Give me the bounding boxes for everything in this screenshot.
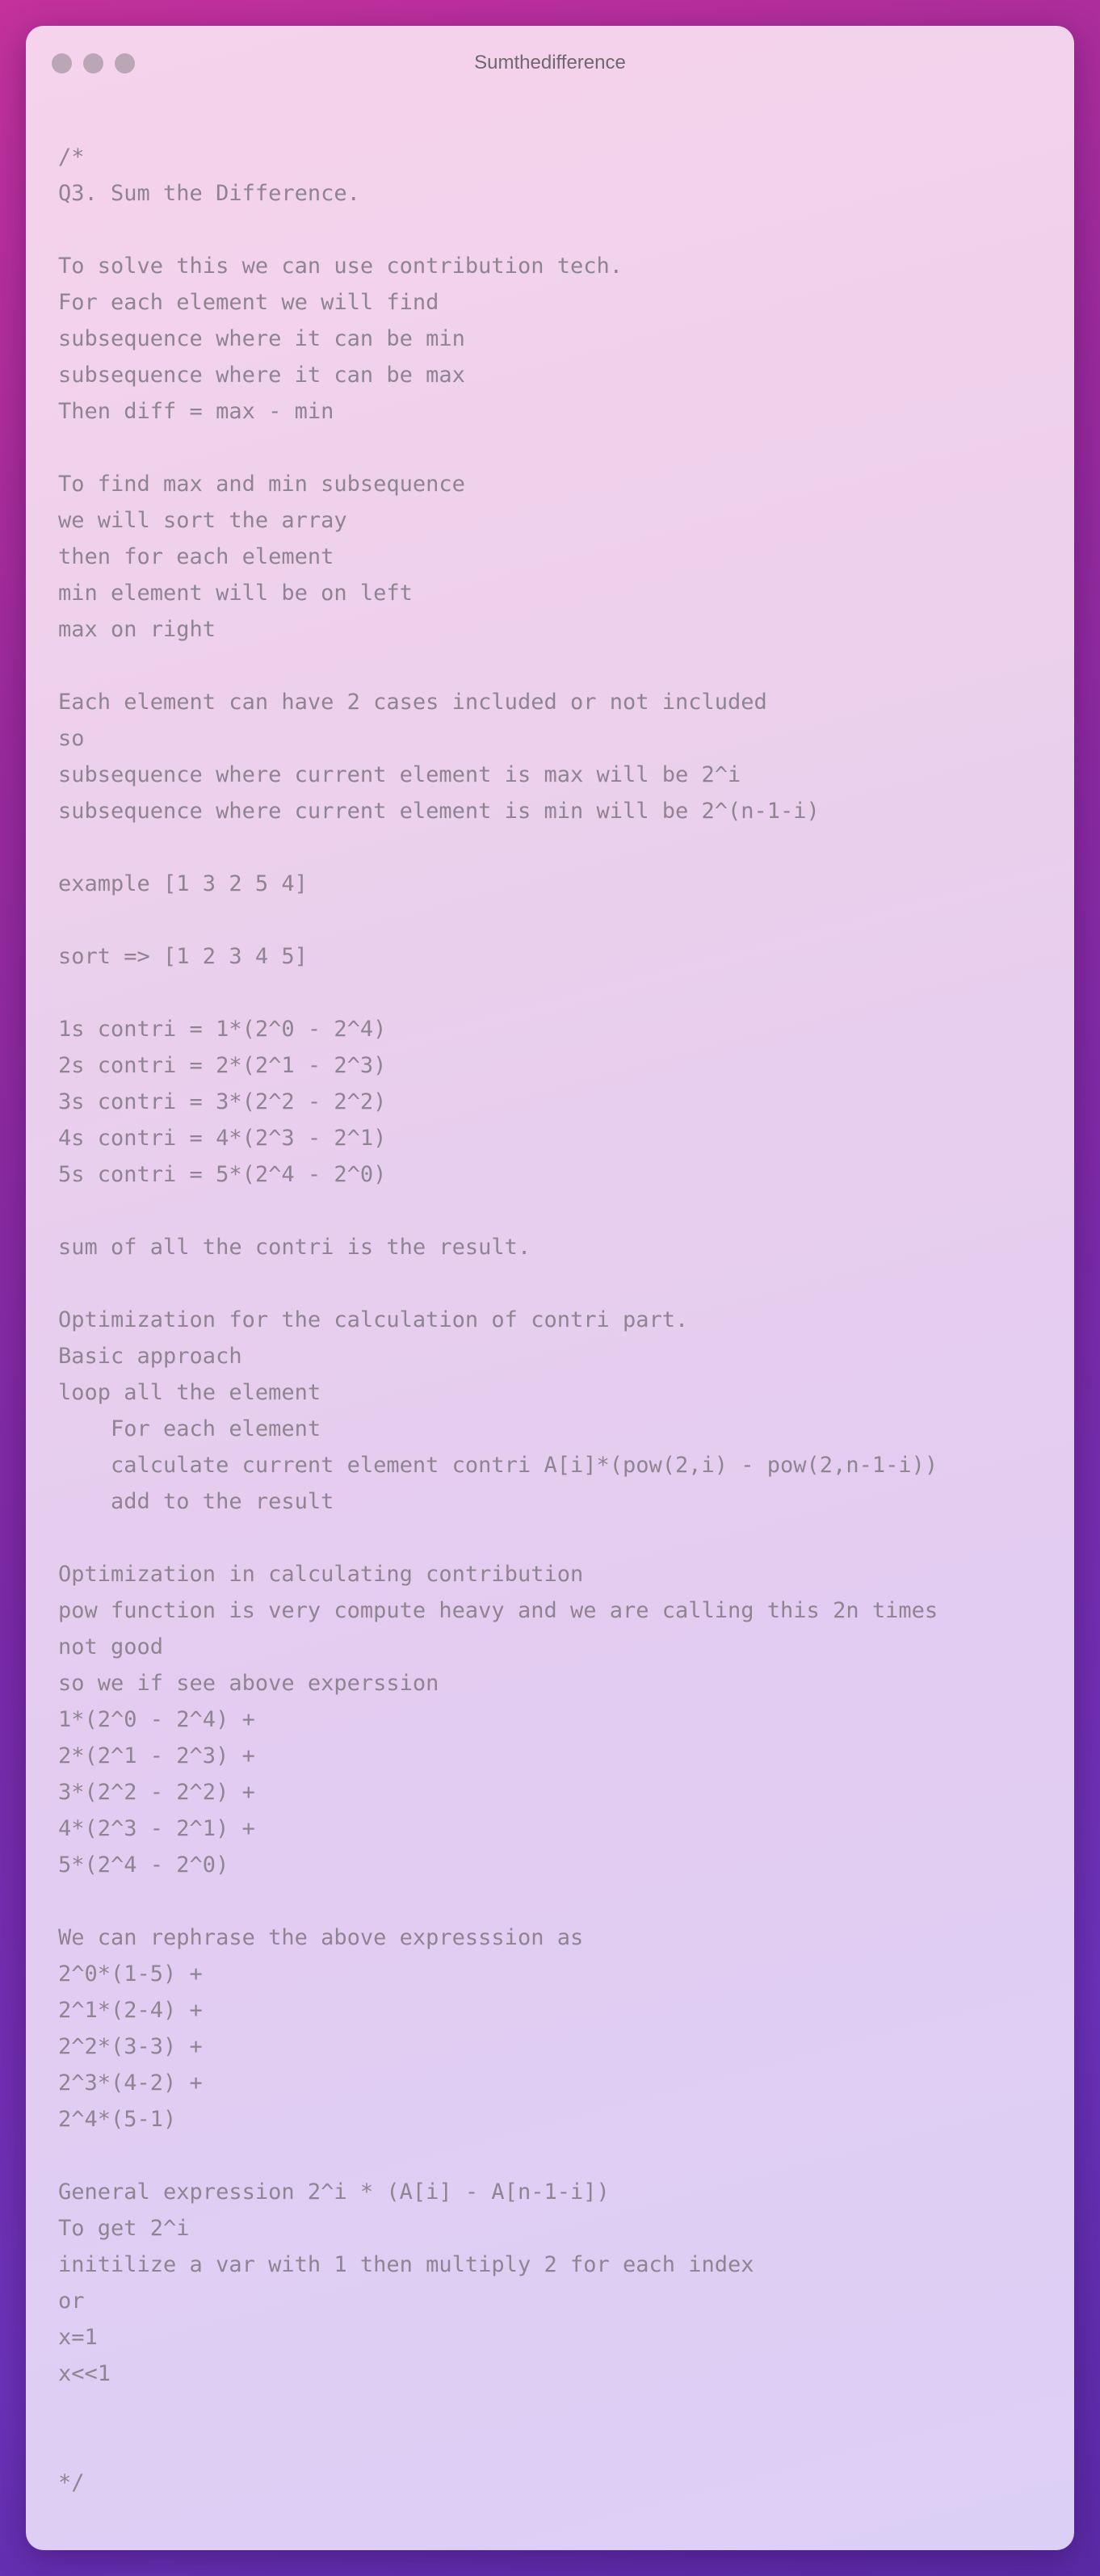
code-line: subsequence where current element is max… [58,762,741,787]
code-line: max on right [58,617,216,642]
code-line: Q3. Sum the Difference. [58,181,360,206]
code-line: Optimization for the calculation of cont… [58,1307,689,1332]
code-line: To solve this we can use contribution te… [58,254,623,279]
code-line: For each element [58,1416,321,1441]
code-line: 4*(2^3 - 2^1) + [58,1816,255,1841]
code-line: 2^3*(4-2) + [58,2070,203,2096]
code-line: x=1 [58,2325,98,2350]
code-line: not good [58,1634,164,1659]
code-line: loop all the element [58,1380,321,1405]
code-line: To find max and min subsequence [58,472,465,497]
code-line: min element will be on left [58,581,413,606]
code-window: Sumthedifference /* Q3. Sum the Differenc… [26,26,1074,2550]
code-line: so we if see above experssion [58,1671,439,1696]
code-line: /* [58,145,85,170]
code-line: sum of all the contri is the result. [58,1235,531,1260]
code-line: To get 2^i [58,2216,190,2241]
code-line: subsequence where it can be max [58,363,465,388]
code-line: sort => [1 2 3 4 5] [58,944,308,969]
code-line: General expression 2^i * (A[i] - A[n-1-i… [58,2180,610,2205]
code-line: Basic approach [58,1344,242,1369]
code-line: 3s contri = 3*(2^2 - 2^2) [58,1089,387,1114]
code-line: */ [58,2470,85,2495]
code-line: initilize a var with 1 then multiply 2 f… [58,2252,754,2277]
code-line: 1*(2^0 - 2^4) + [58,1707,255,1732]
code-line: x<<1 [58,2361,111,2386]
code-line: 5*(2^4 - 2^0) [58,1852,229,1877]
code-line: subsequence where current element is min… [58,799,820,824]
code-line: 2^1*(2-4) + [58,1998,203,2023]
code-line: 2^2*(3-3) + [58,2034,203,2059]
code-line: For each element we will find [58,290,439,315]
code-line: 4s contri = 4*(2^3 - 2^1) [58,1126,387,1151]
code-line: 3*(2^2 - 2^2) + [58,1780,255,1805]
code-line: Optimization in calculating contribution [58,1562,584,1587]
code-line: example [1 3 2 5 4] [58,871,308,896]
code-line: Each element can have 2 cases included o… [58,690,767,715]
window-title: Sumthedifference [474,52,626,73]
code-line: We can rephrase the above expresssion as [58,1925,584,1950]
code-line: 2^4*(5-1) [58,2107,177,2132]
code-line: or [58,2289,85,2314]
code-line: we will sort the array [58,508,347,533]
code-line: 1s contri = 1*(2^0 - 2^4) [58,1017,387,1042]
code-line: 2^0*(1-5) + [58,1961,203,1987]
code-line: 2*(2^1 - 2^3) + [58,1743,255,1768]
code-line: 5s contri = 5*(2^4 - 2^0) [58,1162,387,1187]
code-line: 2s contri = 2*(2^1 - 2^3) [58,1053,387,1078]
code-line: add to the result [58,1489,334,1514]
code-block: /* Q3. Sum the Difference. To solve this w… [58,139,1042,2501]
code-line: calculate current element contri A[i]*(p… [58,1453,938,1478]
code-line: Then diff = max - min [58,399,334,424]
code-line: pow function is very compute heavy and w… [58,1598,938,1623]
code-line: subsequence where it can be min [58,326,465,351]
code-line: so [58,726,85,751]
title-bar: Sumthedifference [26,26,1074,102]
code-line: then for each element [58,544,334,569]
